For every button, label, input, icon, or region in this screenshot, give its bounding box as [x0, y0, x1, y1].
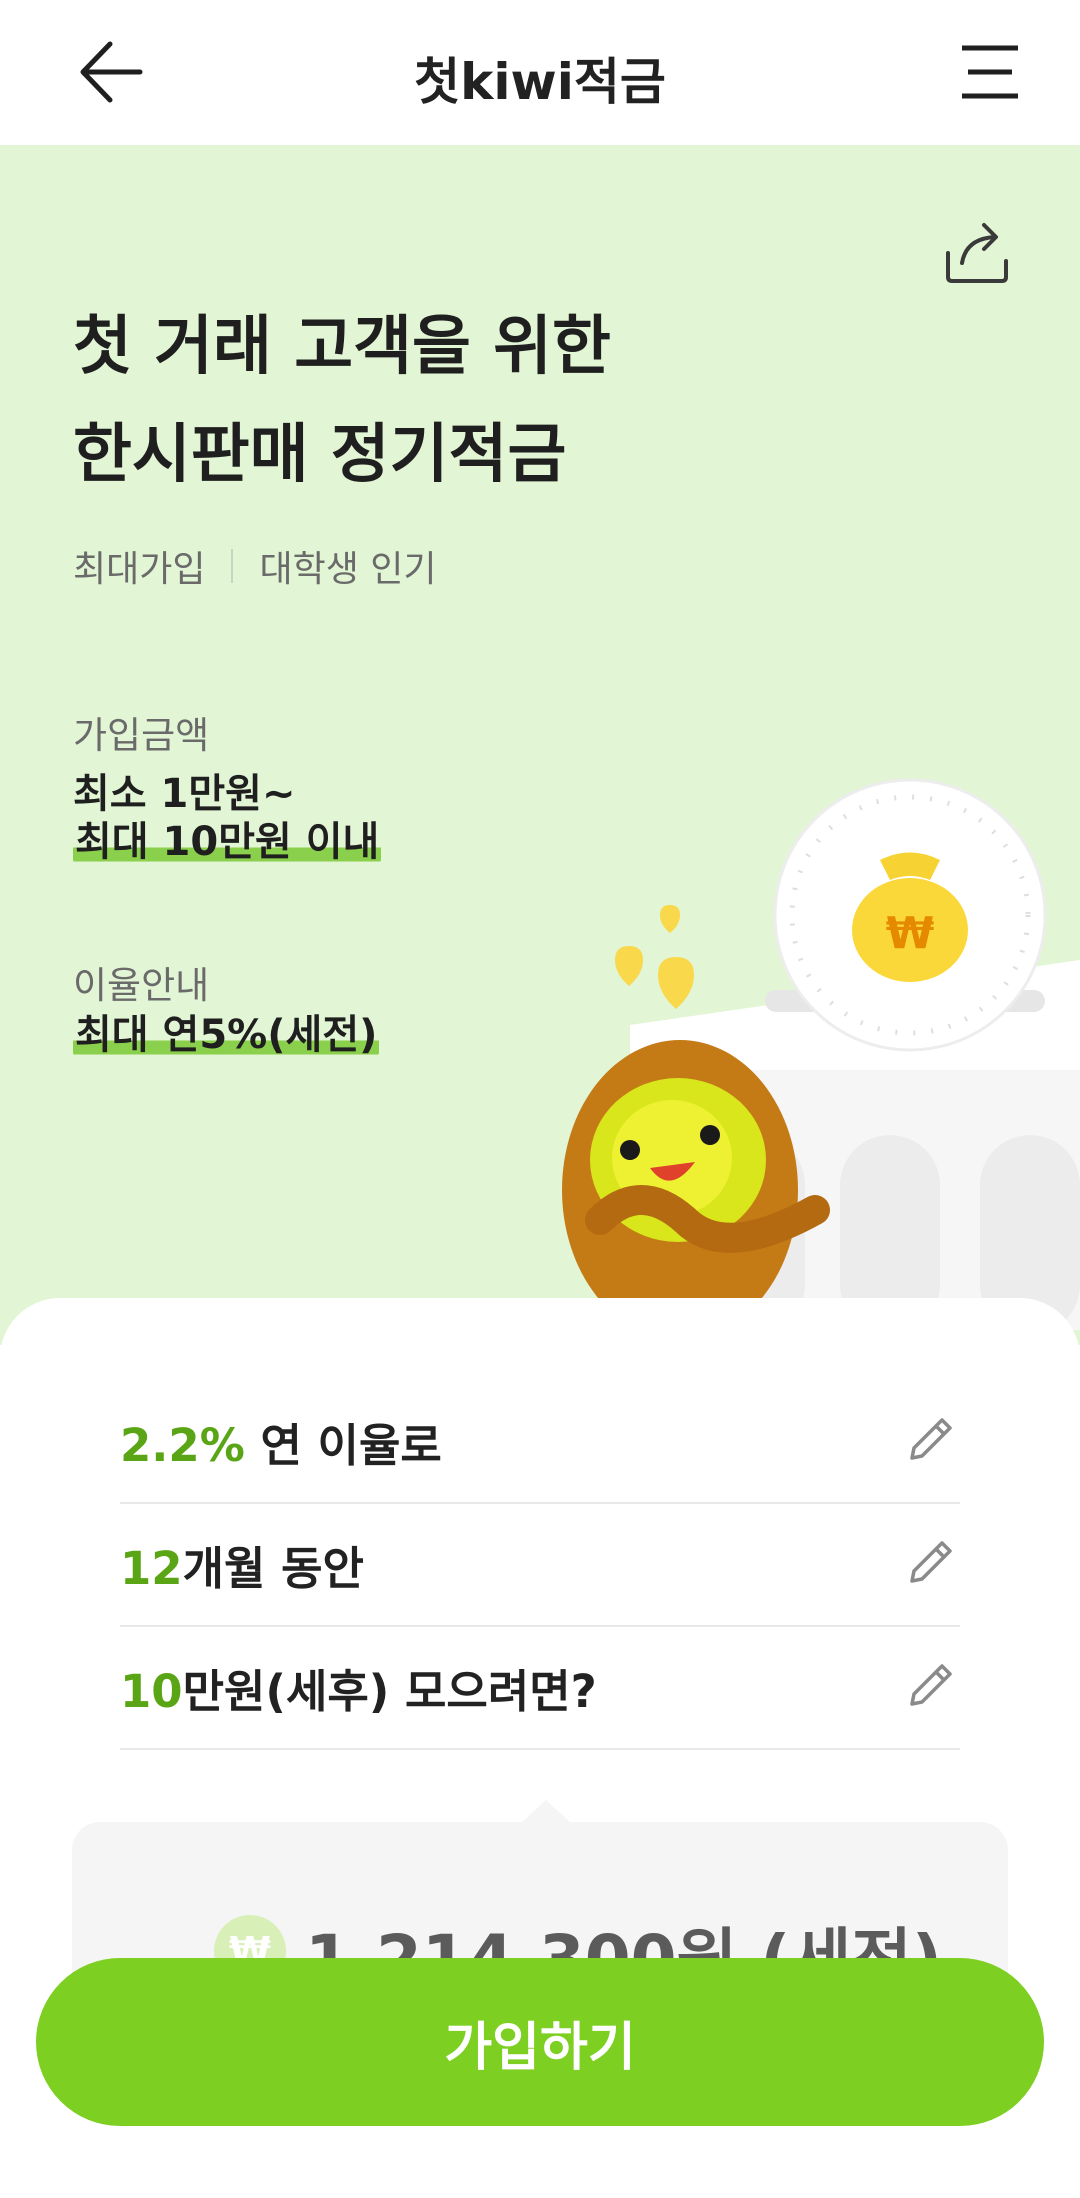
product-tags: 최대가입 대학생 인기: [73, 540, 437, 592]
period-row[interactable]: 12개월 동안: [120, 1503, 960, 1627]
amount-min: 최소 1만원~: [73, 771, 296, 817]
rate-row[interactable]: 2.2% 연 이율로: [120, 1380, 960, 1504]
amount-label: 가입금액: [73, 714, 210, 757]
join-button[interactable]: 가입하기: [36, 1958, 1044, 2126]
rate-label: 이율안내: [73, 964, 210, 1007]
menu-icon: [962, 45, 1018, 99]
amount-max: 최대 10만원 이내: [73, 819, 382, 865]
edit-rate-button[interactable]: [900, 1410, 960, 1470]
tag-divider: [231, 549, 234, 583]
rate-highlight: 최대 연5%(세전): [73, 1012, 380, 1058]
rate-suffix: 연 이율로: [244, 1418, 442, 1472]
period-suffix: 개월 동안: [182, 1541, 364, 1595]
period-accent: 12: [120, 1541, 183, 1595]
share-icon: [946, 223, 1008, 283]
amount-suffix: 만원(세후) 모으려면?: [182, 1664, 597, 1718]
amount-accent: 10: [120, 1664, 183, 1718]
edit-amount-button[interactable]: [900, 1656, 960, 1716]
share-button[interactable]: [942, 217, 1012, 287]
rate-accent: 2.2%: [120, 1418, 245, 1472]
period-row-text: 12개월 동안: [120, 1532, 364, 1597]
tag-student-popular: 대학생 인기: [259, 549, 437, 590]
headline-line-2: 한시판매 정기적금: [73, 418, 567, 492]
hero-headline: 첫 거래 고객을 위한 한시판매 정기적금: [73, 293, 611, 509]
menu-button[interactable]: [940, 30, 1040, 115]
pencil-icon: [910, 1418, 952, 1460]
amount-row-text: 10만원(세후) 모으려면?: [120, 1655, 597, 1720]
tag-max-join: 최대가입: [73, 549, 206, 590]
edit-period-button[interactable]: [900, 1533, 960, 1593]
svg-text:₩: ₩: [886, 908, 935, 959]
top-app-bar: 첫kiwi적금: [0, 0, 1080, 145]
result-pointer: [520, 1800, 572, 1824]
rate-value: 최대 연5%(세전): [73, 1011, 380, 1059]
pencil-icon: [910, 1541, 952, 1583]
pencil-icon: [910, 1664, 952, 1706]
amount-row[interactable]: 10만원(세후) 모으려면?: [120, 1626, 960, 1750]
kiwi-bank-illustration: ₩: [562, 778, 1080, 1330]
rate-row-text: 2.2% 연 이율로: [120, 1409, 442, 1474]
page-title: 첫kiwi적금: [414, 53, 666, 111]
amount-value: 최소 1만원~ 최대 10만원 이내: [73, 770, 382, 866]
headline-line-1: 첫 거래 고객을 위한: [73, 310, 611, 384]
